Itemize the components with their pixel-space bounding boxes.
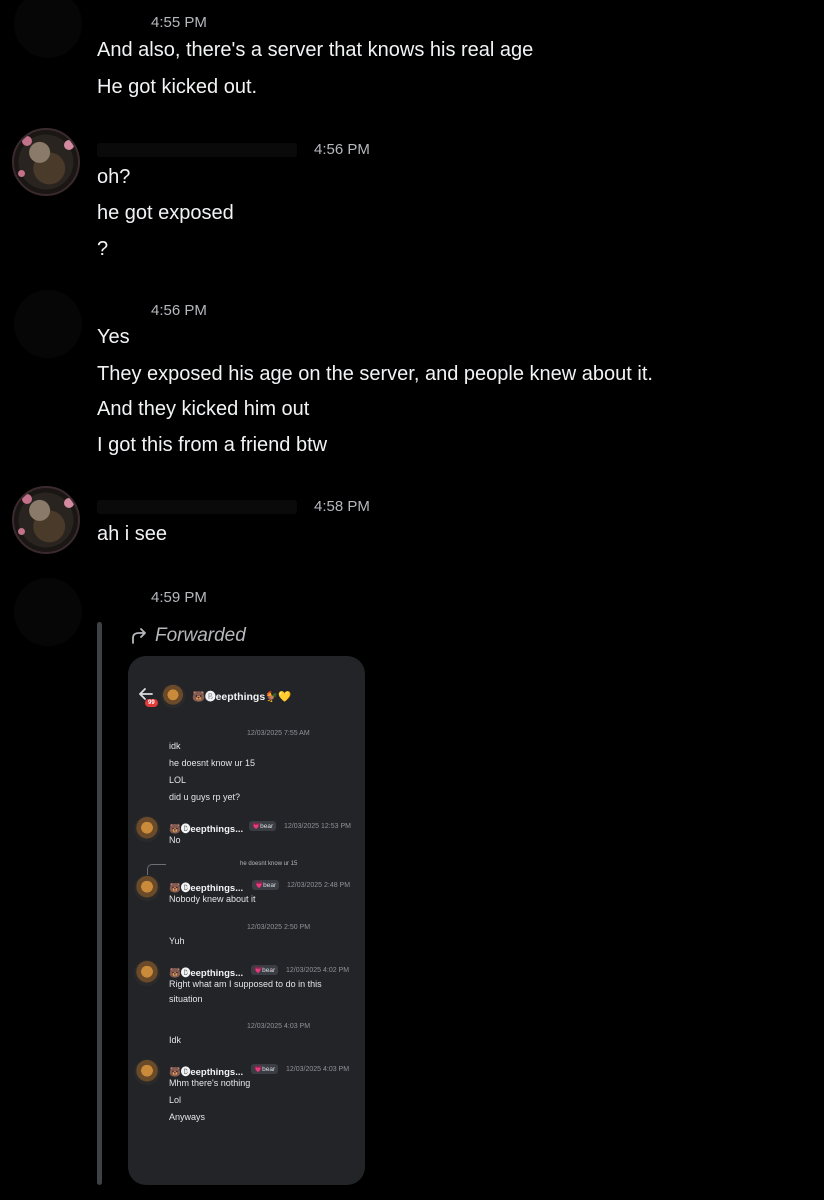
msg-line: Idk <box>169 1035 182 1045</box>
role-tag: 💗bear <box>249 821 277 831</box>
msg-author[interactable]: 🐻🅑eepthings... <box>169 1064 243 1078</box>
avatar[interactable] <box>14 578 82 646</box>
msg-line: Right what am I supposed to do in this <box>169 979 322 989</box>
msg-line: he doesnt know ur 15 <box>169 758 256 768</box>
message-text: And also, there's a server that knows hi… <box>97 39 534 61</box>
msg-timestamp: 12/03/2025 12:53 PM <box>284 823 351 830</box>
avatar[interactable] <box>14 0 82 58</box>
msg-timestamp: 12/03/2025 4:03 PM <box>247 1023 311 1030</box>
msg-timestamp: 12/03/2025 4:02 PM <box>286 967 350 974</box>
msg-author[interactable]: 🐻🅑eepthings... <box>169 821 243 835</box>
user-avatar[interactable] <box>12 128 80 196</box>
msg-line: Mhm there's nothing <box>169 1078 251 1088</box>
message-text: He got kicked out. <box>97 76 258 98</box>
header-avatar[interactable] <box>161 684 185 708</box>
reply-preview[interactable]: he doesnt know ur 15 <box>240 861 297 867</box>
forward-bar <box>97 622 102 1185</box>
msg-line: LOL <box>169 775 187 785</box>
msg-avatar[interactable] <box>134 1059 160 1085</box>
msg-avatar[interactable] <box>134 816 160 842</box>
msg-line: Nobody knew about it <box>169 894 256 904</box>
message-text: And they kicked him out <box>97 398 310 420</box>
user-avatar[interactable] <box>12 486 80 554</box>
forward-arrow-icon <box>132 628 146 644</box>
forwarded-text: Forwarded <box>155 625 246 646</box>
header-title: 🐻🅑eepthings🐓💛 <box>192 691 292 703</box>
message-text: ? <box>97 238 109 260</box>
msg-author[interactable]: 🐻🅑eepthings... <box>169 965 243 979</box>
msg-timestamp: 12/03/2025 7:55 AM <box>247 730 310 737</box>
message-text: They exposed his age on the server, and … <box>97 363 653 385</box>
message-timestamp: 4:58 PM <box>314 498 370 515</box>
forwarded-label: Forwarded <box>131 625 246 647</box>
message-text: Yes <box>97 326 130 348</box>
message-text: oh? <box>97 166 131 188</box>
role-tag: 💗bear <box>251 1064 279 1074</box>
message-timestamp: 4:59 PM <box>151 589 207 606</box>
msg-line: did u guys rp yet? <box>169 792 241 802</box>
avatar[interactable] <box>14 290 82 358</box>
msg-line: situation <box>169 994 203 1004</box>
msg-line: Yuh <box>169 936 185 946</box>
msg-line: Anyways <box>169 1112 206 1122</box>
username-redacted[interactable] <box>97 500 297 514</box>
message-timestamp: 4:55 PM <box>151 14 207 31</box>
msg-avatar[interactable] <box>134 960 160 986</box>
msg-line: idk <box>169 741 181 751</box>
msg-author[interactable]: 🐻🅑eepthings... <box>169 880 243 894</box>
reply-connector <box>147 864 166 875</box>
message-text: ah i see <box>97 523 168 545</box>
message-timestamp: 4:56 PM <box>151 302 207 319</box>
role-tag: 💗bear <box>252 880 280 890</box>
username-redacted[interactable] <box>97 143 297 157</box>
msg-timestamp: 12/03/2025 2:50 PM <box>247 924 311 931</box>
msg-line: No <box>169 835 181 845</box>
role-tag: 💗bear <box>251 965 279 975</box>
msg-timestamp: 12/03/2025 2:48 PM <box>287 882 351 889</box>
message-text: he got exposed <box>97 202 234 224</box>
unread-badge: 99 <box>145 699 158 707</box>
message-timestamp: 4:56 PM <box>314 141 370 158</box>
msg-timestamp: 12/03/2025 4:03 PM <box>286 1066 350 1073</box>
msg-line: Lol <box>169 1095 182 1105</box>
msg-avatar[interactable] <box>134 875 160 901</box>
forwarded-image[interactable]: 99 🐻🅑eepthings🐓💛 12/03/2025 7:55 AM idk … <box>128 656 365 1185</box>
message-text: I got this from a friend btw <box>97 434 328 456</box>
